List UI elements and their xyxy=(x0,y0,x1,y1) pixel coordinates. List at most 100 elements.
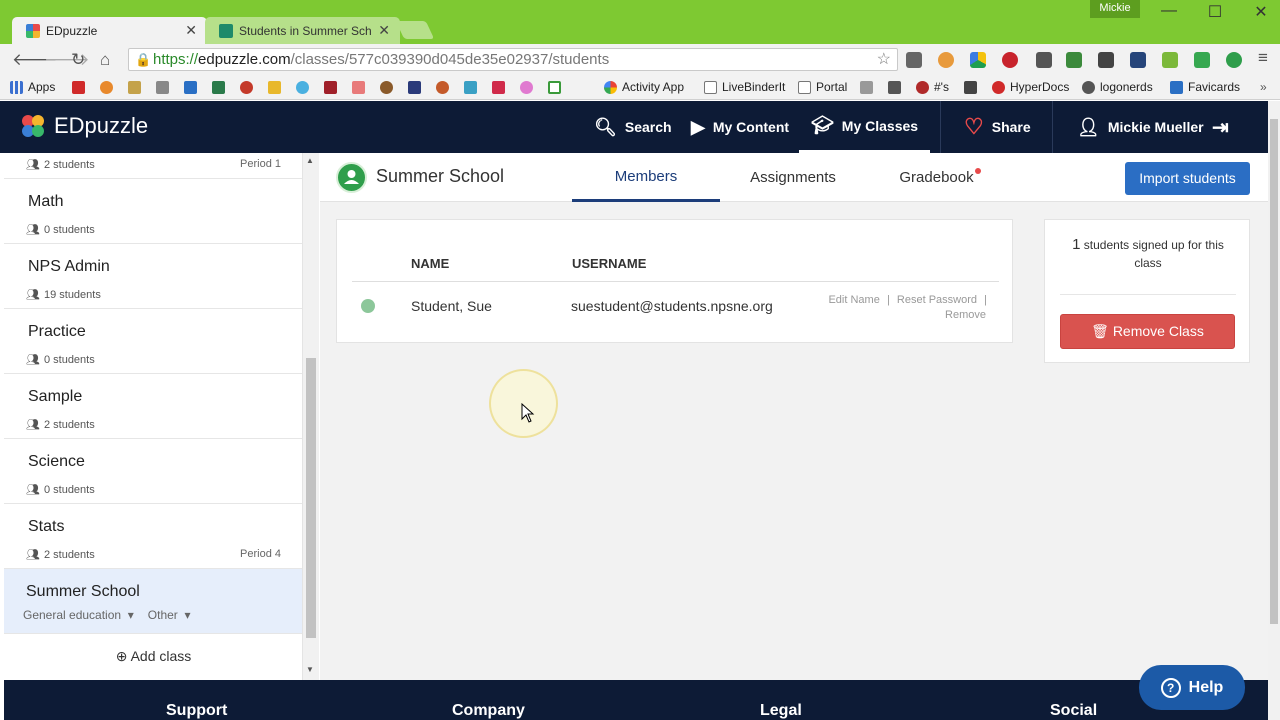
nav-user-menu[interactable]: 👤︎ Mickie Mueller xyxy=(1077,101,1204,153)
import-students-button[interactable]: Import students xyxy=(1125,162,1250,195)
browser-titlebar: EDpuzzle ✕ Students in Summer Scho ✕ Mic… xyxy=(0,0,1280,44)
scroll-up-icon[interactable]: ▲ xyxy=(306,156,314,165)
bookmark-star-icon[interactable]: ☆ xyxy=(877,49,891,70)
extension-icon[interactable] xyxy=(1098,52,1114,68)
heart-bookmark-icon[interactable] xyxy=(72,81,85,94)
close-tab-icon[interactable]: ✕ xyxy=(185,22,197,39)
logout-icon[interactable]: ⇥ xyxy=(1212,101,1229,153)
bookmark-apps[interactable]: Apps xyxy=(10,80,55,94)
chrome-menu-icon[interactable]: ≡ xyxy=(1258,48,1268,68)
remove-student-link[interactable]: Remove xyxy=(945,309,986,321)
question-icon: ? xyxy=(1160,677,1181,698)
sidebar-scroll-thumb[interactable] xyxy=(306,358,316,638)
bookmark-icon[interactable] xyxy=(436,81,449,94)
close-window-icon[interactable]: ✕ xyxy=(1238,2,1280,22)
sidebar-scrollbar[interactable]: ▲ ▼ xyxy=(303,153,319,680)
bookmark-icon[interactable] xyxy=(100,81,113,94)
nav-my-content[interactable]: ▶ My Content xyxy=(691,101,789,153)
home-icon[interactable]: ⌂ xyxy=(100,50,110,70)
extension-icon[interactable] xyxy=(1130,52,1146,68)
class-list-item[interactable]: Math 👥︎ 0 students xyxy=(4,179,302,244)
play-circle-icon: ▶ xyxy=(691,116,705,137)
eyedropper-extension-icon[interactable] xyxy=(1036,52,1052,68)
extension-icon[interactable] xyxy=(1194,52,1210,68)
extension-icon[interactable] xyxy=(1162,52,1178,68)
student-name: Student, Sue xyxy=(411,298,492,314)
bookmark-label: HyperDocs xyxy=(1010,80,1070,94)
remove-class-button[interactable]: 🗑︎ Remove Class xyxy=(1060,314,1235,349)
bookmark-favicards[interactable]: Favicards xyxy=(1170,80,1240,94)
class-header: Summer School Members Assignments Gradeb… xyxy=(320,153,1268,202)
scroll-down-icon[interactable]: ▼ xyxy=(306,665,314,674)
bookmark-icon[interactable] xyxy=(212,81,225,94)
bookmark-activity-app[interactable]: Activity App xyxy=(604,80,684,94)
close-tab-icon[interactable]: ✕ xyxy=(378,22,390,39)
add-extension-icon[interactable] xyxy=(1226,52,1242,68)
maximize-icon[interactable]: ☐ xyxy=(1192,2,1238,22)
people-icon: 👥︎ xyxy=(26,159,40,171)
bookmark-label: LiveBinderIt xyxy=(722,80,786,94)
class-list-item[interactable]: 👥︎ 2 students Period 1 xyxy=(4,153,302,179)
column-header-username: USERNAME xyxy=(572,256,647,271)
address-bar[interactable]: 🔒 https://edpuzzle.com/classes/577c03939… xyxy=(128,48,898,71)
new-tab-button[interactable] xyxy=(395,21,435,39)
nav-share[interactable]: ♡ Share xyxy=(964,101,1031,153)
nav-my-classes[interactable]: 🎓︎ My Classes xyxy=(799,101,930,153)
page-scroll-thumb[interactable] xyxy=(1270,119,1278,624)
class-list-item[interactable]: Science 👥︎ 0 students xyxy=(4,439,302,504)
bookmark-icon[interactable] xyxy=(408,81,421,94)
edit-name-link[interactable]: Edit Name xyxy=(828,294,879,306)
bookmark-icon[interactable] xyxy=(324,81,337,94)
bookmark-icon[interactable] xyxy=(860,81,873,94)
bookmark-icon[interactable] xyxy=(548,81,561,94)
tab-edpuzzle[interactable]: EDpuzzle ✕ xyxy=(12,17,207,44)
drive-extension-icon[interactable] xyxy=(970,52,986,68)
bookmark-numbers[interactable]: #'s xyxy=(916,80,949,94)
help-button[interactable]: ? Help xyxy=(1139,665,1245,710)
profile-chip[interactable]: Mickie xyxy=(1090,0,1140,18)
mail-extension-icon[interactable] xyxy=(906,52,922,68)
add-class-button[interactable]: ⊕ Add class xyxy=(4,635,302,677)
class-list-item-selected[interactable]: Summer School General education ▾ Other … xyxy=(4,569,302,634)
extension-icon[interactable] xyxy=(938,52,954,68)
download-icon[interactable] xyxy=(964,81,977,94)
class-list-item[interactable]: NPS Admin 👥︎ 19 students xyxy=(4,244,302,309)
bookmark-livebinder[interactable]: LiveBinderIt xyxy=(704,80,785,94)
bookmark-icon[interactable] xyxy=(268,81,281,94)
members-table: NAME USERNAME Student, Sue suestudent@st… xyxy=(336,219,1013,343)
bookmark-hyperdocs[interactable]: HyperDocs xyxy=(992,80,1069,94)
bookmark-icon[interactable] xyxy=(352,81,365,94)
minimize-icon[interactable]: — xyxy=(1146,2,1192,20)
footer-legal: Legal xyxy=(760,702,802,719)
tab-members[interactable]: Members xyxy=(572,153,720,202)
extension-icon[interactable] xyxy=(1066,52,1082,68)
bookmark-icon[interactable] xyxy=(184,81,197,94)
pinterest-extension-icon[interactable] xyxy=(1002,52,1018,68)
bookmark-icon[interactable] xyxy=(128,81,141,94)
page-scrollbar[interactable] xyxy=(1268,101,1280,720)
bookmark-icon[interactable] xyxy=(380,81,393,94)
more-bookmarks-icon[interactable]: » xyxy=(1260,80,1267,94)
nav-search[interactable]: 🔍︎ Search xyxy=(594,101,672,153)
bookmark-logonerds[interactable]: logonerds xyxy=(1082,80,1153,94)
subject-dropdown[interactable]: General education ▾ xyxy=(23,608,134,622)
class-list-item[interactable]: Practice 👥︎ 0 students xyxy=(4,309,302,374)
bookmark-portal[interactable]: Portal xyxy=(798,80,847,94)
bookmark-icon[interactable] xyxy=(492,81,505,94)
class-student-count: 👥︎ 2 students xyxy=(26,548,95,562)
bookmark-icon[interactable] xyxy=(296,81,309,94)
class-list-item[interactable]: Stats 👥︎ 2 students Period 4 xyxy=(4,504,302,569)
tab-assignments[interactable]: Assignments xyxy=(730,153,856,202)
bookmark-icon[interactable] xyxy=(156,81,169,94)
class-list-item[interactable]: Sample 👥︎ 2 students xyxy=(4,374,302,439)
bookmark-icon[interactable] xyxy=(240,81,253,94)
bookmark-icon[interactable] xyxy=(888,81,901,94)
tab-gradebook[interactable]: Gradebook xyxy=(890,153,990,202)
reload-icon[interactable]: ↻ xyxy=(71,50,85,70)
edpuzzle-logo[interactable]: EDpuzzle xyxy=(20,113,148,139)
bookmark-icon[interactable] xyxy=(464,81,477,94)
tab-students[interactable]: Students in Summer Scho ✕ xyxy=(205,17,400,44)
reset-password-link[interactable]: Reset Password xyxy=(897,294,977,306)
bookmark-icon[interactable] xyxy=(520,81,533,94)
grade-dropdown[interactable]: Other ▾ xyxy=(148,608,191,622)
